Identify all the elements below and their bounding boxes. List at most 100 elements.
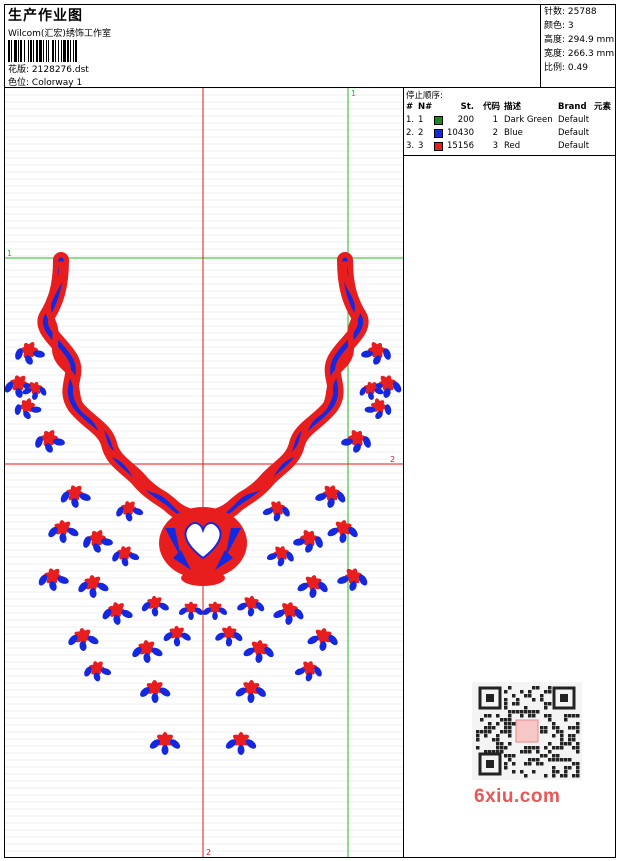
- stop-table-header: # N# St. 代码 描述 Brand 元素: [404, 101, 615, 114]
- stats-panel: 针数: 25788 颜色: 3 高度: 294.9 mm 宽度: 266.3 m…: [540, 5, 616, 87]
- flower-dangle: [215, 625, 243, 647]
- qr-cell: [576, 730, 580, 734]
- qr-cell: [536, 750, 540, 754]
- qr-cell: [568, 766, 572, 770]
- flower-dangle: [141, 595, 169, 617]
- qr-cell: [544, 690, 548, 694]
- qr-cell: [560, 746, 564, 750]
- qr-cell: [484, 730, 488, 734]
- qr-cell: [524, 762, 528, 766]
- qr-cell: [568, 738, 572, 742]
- qr-cell: [576, 742, 580, 746]
- qr-cell: [540, 762, 544, 766]
- qr-cell: [548, 702, 552, 706]
- qr-cell: [524, 750, 528, 754]
- stat-stitches: 针数: 25788: [544, 7, 597, 17]
- qr-cell: [544, 726, 548, 730]
- design-file: 2128276.dst: [31, 65, 89, 75]
- qr-cell: [572, 738, 576, 742]
- color-swatch: [434, 116, 443, 125]
- qr-cell: [524, 746, 528, 750]
- qr-cell: [476, 734, 480, 738]
- design-label: 花版:: [8, 65, 30, 75]
- flower-dangle: [364, 398, 392, 419]
- qr-cell: [540, 698, 544, 702]
- qr-cell: [576, 774, 580, 778]
- qr-cell: [576, 762, 580, 766]
- qr-cell: [536, 762, 540, 766]
- flower-dangle: [293, 530, 323, 553]
- qr-cell: [508, 718, 512, 722]
- qr-cell: [564, 714, 568, 718]
- qr-cell: [556, 754, 560, 758]
- qr-cell: [528, 714, 532, 718]
- qr-cell: [508, 714, 512, 718]
- qr-cell: [480, 730, 484, 734]
- qr-cell: [500, 718, 504, 722]
- design-file-line: 花版: 2128276.dst: [8, 62, 89, 75]
- header-info: 生产作业图 Wilcom(汇宏)绣饰工作室 花版: 2128276.dst 色位…: [5, 5, 540, 88]
- stop-sequence-title: 停止顺序:: [406, 91, 443, 101]
- flower-dangle: [235, 680, 266, 703]
- qr-cell: [556, 770, 560, 774]
- qr-cell: [548, 714, 552, 718]
- qr-cell: [520, 690, 524, 694]
- qr-cell: [512, 754, 516, 758]
- qr-cell: [492, 726, 496, 730]
- stop-row: 1. 1 200 1 Dark Green Default: [406, 115, 590, 125]
- qr-cell: [528, 758, 532, 762]
- flower-dangle: [35, 430, 65, 453]
- qr-cell: [504, 730, 508, 734]
- qr-cell: [512, 762, 516, 766]
- stop-row: 3. 3 15156 3 Red Default: [406, 141, 590, 151]
- qr-cell: [552, 774, 556, 778]
- qr-cell: [528, 710, 532, 714]
- flower-dangle: [307, 628, 338, 651]
- qr-cell: [504, 690, 508, 694]
- col-stitches: St.: [460, 102, 474, 112]
- qr-cell: [564, 774, 568, 778]
- leaf-stitch: [225, 637, 233, 647]
- qr-cell: [564, 766, 568, 770]
- qr-cell: [520, 770, 524, 774]
- stop-sequence-panel: 停止顺序: # N# St. 代码 描述 Brand 元素 1. 1 200 1…: [404, 88, 615, 155]
- qr-cell: [572, 762, 576, 766]
- qr-cell: [544, 730, 548, 734]
- qr-cell: [500, 742, 504, 746]
- col-element: 元素: [594, 102, 612, 112]
- flower-dangle: [68, 628, 99, 651]
- qr-cell: [476, 738, 480, 742]
- qr-cell: [520, 714, 524, 718]
- qr-cell: [564, 758, 568, 762]
- qr-cell: [504, 762, 508, 766]
- qr-cell: [536, 758, 540, 762]
- col-brand: Brand: [558, 102, 587, 112]
- qr-cell: [536, 686, 540, 690]
- qr-cell: [572, 734, 576, 738]
- qr-cell: [484, 734, 488, 738]
- qr-cell: [480, 718, 484, 722]
- qr-cell: [484, 714, 488, 718]
- qr-cell: [532, 686, 536, 690]
- leaf-stitch: [364, 406, 376, 413]
- col-code: 代码: [482, 102, 500, 112]
- flower-dangle: [48, 520, 79, 543]
- col-needle: N#: [418, 102, 433, 112]
- qr-cell: [496, 714, 500, 718]
- studio-name: Wilcom(汇宏)绣饰工作室: [8, 29, 111, 39]
- qr-cell: [556, 730, 560, 734]
- qr-cell: [532, 714, 536, 718]
- qr-cell: [540, 754, 544, 758]
- qr-cell: [544, 754, 548, 758]
- qr-cell: [532, 746, 536, 750]
- flower-dangle: [83, 530, 113, 553]
- qr-cell: [544, 714, 548, 718]
- flower-dangle: [116, 501, 144, 522]
- qr-cell: [576, 746, 580, 750]
- flower-dangle: [149, 732, 181, 755]
- leaf-stitch: [188, 612, 194, 620]
- barcode-bar: [77, 40, 80, 62]
- qr-cell: [552, 758, 556, 762]
- qr-cell: [520, 710, 524, 714]
- qr-cell: [576, 770, 580, 774]
